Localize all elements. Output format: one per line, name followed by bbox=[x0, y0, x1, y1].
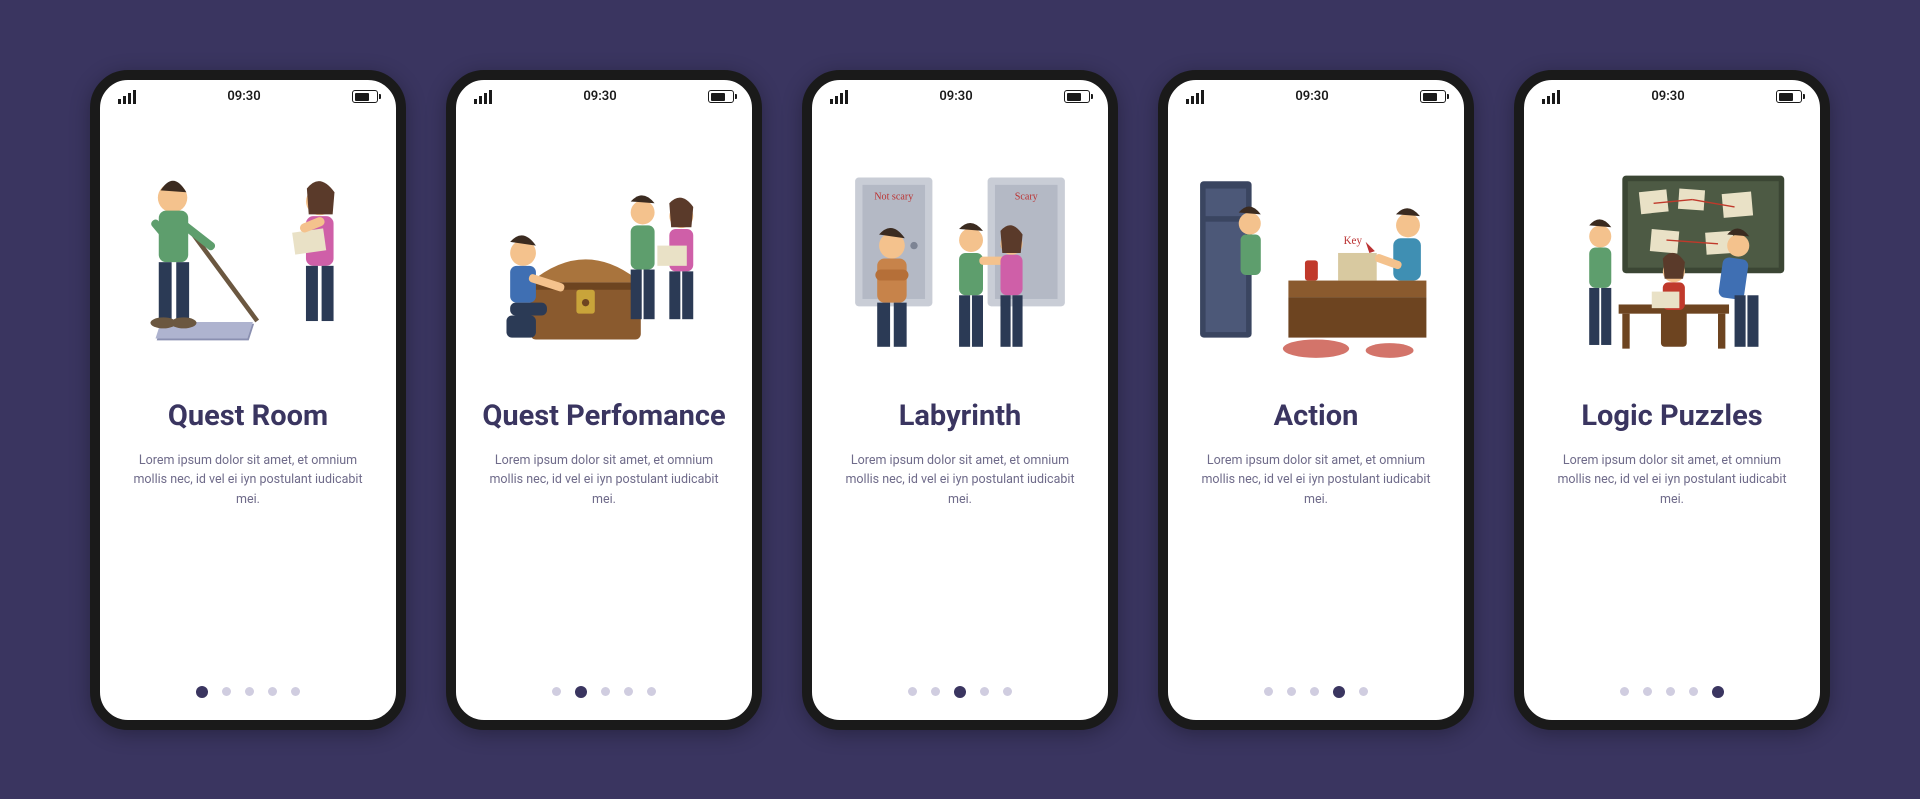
signal-icon bbox=[1542, 90, 1560, 104]
status-bar: 09:30 bbox=[812, 80, 1108, 114]
illustration-labyrinth: Not scary Scary bbox=[812, 114, 1108, 394]
dot-3[interactable] bbox=[624, 687, 633, 696]
svg-text:Key: Key bbox=[1344, 234, 1363, 246]
svg-text:Scary: Scary bbox=[1015, 191, 1039, 202]
dot-0[interactable] bbox=[1620, 687, 1629, 696]
screen-description: Lorem ipsum dolor sit amet, et omnium mo… bbox=[1194, 451, 1438, 509]
dot-2[interactable] bbox=[954, 686, 966, 698]
battery-icon bbox=[1776, 90, 1802, 103]
signal-icon bbox=[474, 90, 492, 104]
battery-icon bbox=[1420, 90, 1446, 103]
dot-3[interactable] bbox=[980, 687, 989, 696]
status-bar: 09:30 bbox=[100, 80, 396, 114]
phone-labyrinth: 09:30 Not scary Scary bbox=[802, 70, 1118, 730]
battery-icon bbox=[1064, 90, 1090, 103]
pagination-dots[interactable] bbox=[456, 664, 752, 720]
status-bar: 09:30 bbox=[1524, 80, 1820, 114]
illustration-action: Key bbox=[1168, 114, 1464, 394]
dot-0[interactable] bbox=[196, 686, 208, 698]
screen-title: Labyrinth bbox=[838, 400, 1082, 433]
dot-1[interactable] bbox=[575, 686, 587, 698]
screen-title: Quest Perfomance bbox=[482, 400, 726, 433]
dot-3[interactable] bbox=[268, 687, 277, 696]
status-time: 09:30 bbox=[583, 89, 616, 104]
dot-2[interactable] bbox=[1666, 687, 1675, 696]
dot-0[interactable] bbox=[552, 687, 561, 696]
dot-3[interactable] bbox=[1689, 687, 1698, 696]
svg-text:Not scary: Not scary bbox=[874, 191, 914, 202]
battery-icon bbox=[352, 90, 378, 103]
status-bar: 09:30 bbox=[1168, 80, 1464, 114]
screen-title: Quest Room bbox=[126, 400, 370, 433]
dot-4[interactable] bbox=[1003, 687, 1012, 696]
dot-2[interactable] bbox=[1310, 687, 1319, 696]
signal-icon bbox=[830, 90, 848, 104]
screen-description: Lorem ipsum dolor sit amet, et omnium mo… bbox=[126, 451, 370, 509]
pagination-dots[interactable] bbox=[100, 664, 396, 720]
pagination-dots[interactable] bbox=[1168, 664, 1464, 720]
battery-icon bbox=[708, 90, 734, 103]
phone-quest-room: 09:30 Quest Room L bbox=[90, 70, 406, 730]
pagination-dots[interactable] bbox=[812, 664, 1108, 720]
dot-1[interactable] bbox=[1643, 687, 1652, 696]
dot-0[interactable] bbox=[1264, 687, 1273, 696]
dot-3[interactable] bbox=[1333, 686, 1345, 698]
dot-2[interactable] bbox=[245, 687, 254, 696]
dot-4[interactable] bbox=[647, 687, 656, 696]
status-time: 09:30 bbox=[939, 89, 972, 104]
screen-description: Lorem ipsum dolor sit amet, et omnium mo… bbox=[838, 451, 1082, 509]
phone-action: 09:30 Key Action bbox=[1158, 70, 1474, 730]
screen-title: Logic Puzzles bbox=[1550, 400, 1794, 433]
illustration-logic-puzzles bbox=[1524, 114, 1820, 394]
phone-logic-puzzles: 09:30 bbox=[1514, 70, 1830, 730]
status-time: 09:30 bbox=[227, 89, 260, 104]
dot-0[interactable] bbox=[908, 687, 917, 696]
dot-2[interactable] bbox=[601, 687, 610, 696]
dot-1[interactable] bbox=[222, 687, 231, 696]
pagination-dots[interactable] bbox=[1524, 664, 1820, 720]
screen-description: Lorem ipsum dolor sit amet, et omnium mo… bbox=[1550, 451, 1794, 509]
dot-4[interactable] bbox=[1359, 687, 1368, 696]
illustration-quest-room bbox=[100, 114, 396, 394]
status-time: 09:30 bbox=[1295, 89, 1328, 104]
dot-4[interactable] bbox=[291, 687, 300, 696]
status-time: 09:30 bbox=[1651, 89, 1684, 104]
dot-4[interactable] bbox=[1712, 686, 1724, 698]
signal-icon bbox=[1186, 90, 1204, 104]
screen-description: Lorem ipsum dolor sit amet, et omnium mo… bbox=[482, 451, 726, 509]
dot-1[interactable] bbox=[1287, 687, 1296, 696]
illustration-quest-performance bbox=[456, 114, 752, 394]
signal-icon bbox=[118, 90, 136, 104]
dot-1[interactable] bbox=[931, 687, 940, 696]
status-bar: 09:30 bbox=[456, 80, 752, 114]
screen-title: Action bbox=[1194, 400, 1438, 433]
phone-quest-performance: 09:30 bbox=[446, 70, 762, 730]
